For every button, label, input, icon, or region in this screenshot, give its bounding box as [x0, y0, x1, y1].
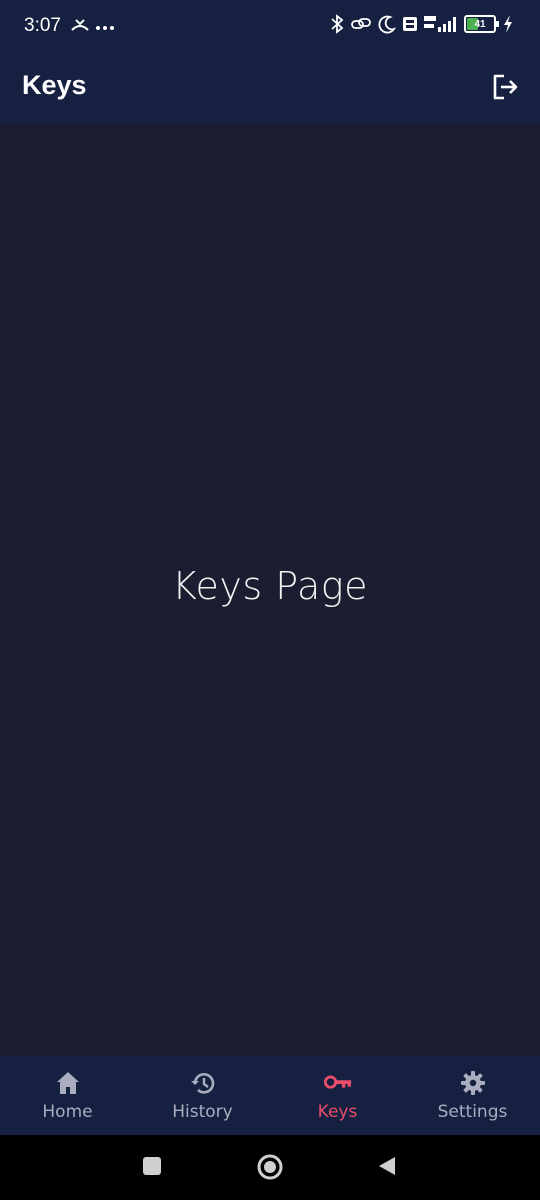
missed-call-icon [71, 19, 114, 31]
home-icon [53, 1068, 83, 1098]
volte-icon [403, 17, 417, 31]
system-nav-bar [0, 1135, 540, 1200]
gear-icon [458, 1068, 488, 1098]
moon-icon [378, 15, 396, 34]
nav-item-home[interactable]: Home [0, 1056, 135, 1135]
page-title: Keys [22, 70, 87, 100]
nav-label-home: Home [42, 1102, 93, 1122]
nav-label-history: History [172, 1102, 233, 1122]
bluetooth-icon [331, 14, 344, 34]
page-label: Keys Page [172, 564, 368, 608]
status-bar: 3:07 41 [0, 0, 540, 52]
bottom-nav: Home History Keys Settings [0, 1056, 540, 1135]
status-time: 3:07 [24, 15, 61, 36]
nav-item-settings[interactable]: Settings [405, 1056, 540, 1135]
circle-icon [257, 1154, 283, 1180]
nav-item-keys[interactable]: Keys [270, 1056, 405, 1135]
app-bar: Keys [0, 52, 540, 124]
nav-item-history[interactable]: History [135, 1056, 270, 1135]
main-content: Keys Page [0, 124, 540, 1056]
recents-button[interactable] [141, 1155, 163, 1181]
nav-label-keys: Keys [317, 1102, 358, 1122]
history-icon [188, 1068, 218, 1098]
home-system-button[interactable] [256, 1153, 284, 1185]
key-icon [323, 1068, 353, 1098]
status-left-icons [70, 16, 116, 40]
battery-icon: 41 [464, 15, 499, 33]
battery-tip [496, 21, 499, 27]
back-button[interactable] [376, 1155, 398, 1181]
link-icon [351, 18, 371, 29]
battery-level: 41 [474, 18, 486, 30]
back-triangle-icon [379, 1157, 395, 1175]
nav-label-settings: Settings [437, 1102, 508, 1122]
logout-button[interactable] [486, 68, 524, 106]
charging-icon [504, 15, 512, 33]
status-right-icons: 41 [330, 14, 514, 34]
logout-icon [493, 74, 518, 100]
signal-icon [424, 16, 456, 32]
square-icon [143, 1157, 161, 1175]
